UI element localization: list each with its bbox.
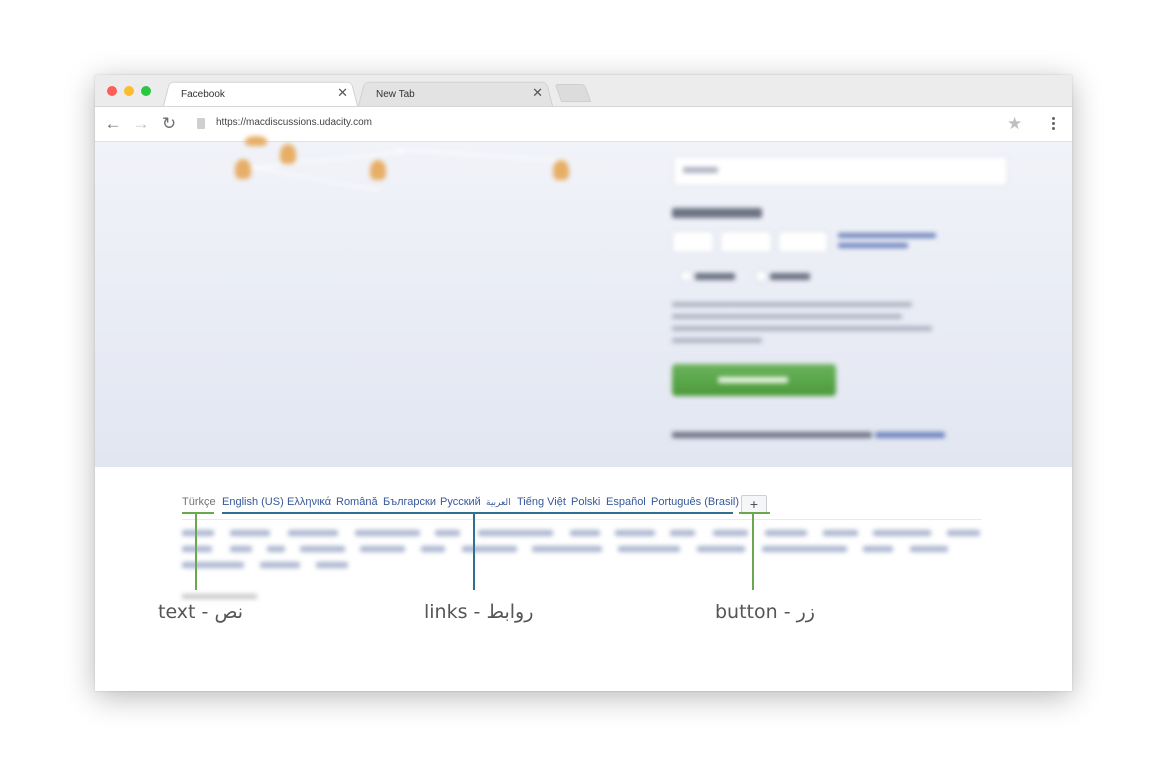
toolbar: ← → ↻ https://macdiscussions.udacity.com… (95, 107, 1072, 142)
browser-window: Facebook ✕ New Tab ✕ ← → ↻ https://macdi… (95, 75, 1072, 691)
address-bar[interactable]: https://macdiscussions.udacity.com (190, 112, 1032, 136)
language-link[interactable]: Português (Brasil) (651, 496, 739, 508)
button-marker-bracket (739, 512, 770, 514)
language-link[interactable]: Español (606, 496, 646, 508)
links-annotation-label: links - روابط (424, 601, 534, 623)
button-marker-line (752, 513, 754, 590)
back-icon[interactable]: ← (103, 114, 123, 134)
links-marker-line (473, 513, 475, 590)
tab-close-icon[interactable]: ✕ (532, 85, 543, 101)
signup-hero (95, 136, 1072, 467)
minimize-window-button[interactable] (124, 86, 134, 96)
bookmark-star-icon[interactable]: ★ (1007, 114, 1022, 134)
language-link[interactable]: Tiếng Việt (517, 496, 566, 508)
text-marker-line (195, 513, 197, 590)
page-icon (197, 118, 205, 129)
language-link[interactable]: Polski (571, 496, 600, 508)
links-marker-bracket (222, 512, 733, 514)
text-marker-bracket (182, 512, 214, 514)
tab-title: New Tab (376, 89, 415, 100)
close-window-button[interactable] (107, 86, 117, 96)
button-annotation-label: button - زر (715, 601, 815, 623)
language-link[interactable]: English (US) (222, 496, 284, 508)
tab-strip: Facebook ✕ New Tab ✕ (95, 75, 1072, 107)
language-link[interactable]: العربية (486, 497, 511, 508)
reload-icon[interactable]: ↻ (159, 114, 179, 134)
tab-title: Facebook (181, 89, 225, 100)
more-languages-button[interactable]: + (741, 495, 767, 513)
browser-menu-icon[interactable] (1045, 115, 1061, 133)
text-annotation-label: text - نص (158, 601, 244, 623)
zoom-window-button[interactable] (141, 86, 151, 96)
footer-divider (182, 519, 982, 520)
new-tab-button[interactable] (554, 84, 592, 102)
tab-facebook[interactable]: Facebook ✕ (163, 80, 358, 106)
language-link[interactable]: Ελληνικά (287, 496, 331, 508)
language-link[interactable]: Български (383, 496, 436, 508)
tab-new-tab[interactable]: New Tab ✕ (358, 80, 553, 106)
language-link[interactable]: Română (336, 496, 378, 508)
tab-close-icon[interactable]: ✕ (337, 85, 348, 101)
forward-icon[interactable]: → (131, 114, 151, 134)
url-text[interactable]: https://macdiscussions.udacity.com (216, 117, 372, 128)
language-link[interactable]: Русский (440, 496, 481, 508)
current-language: Türkçe (182, 496, 216, 508)
